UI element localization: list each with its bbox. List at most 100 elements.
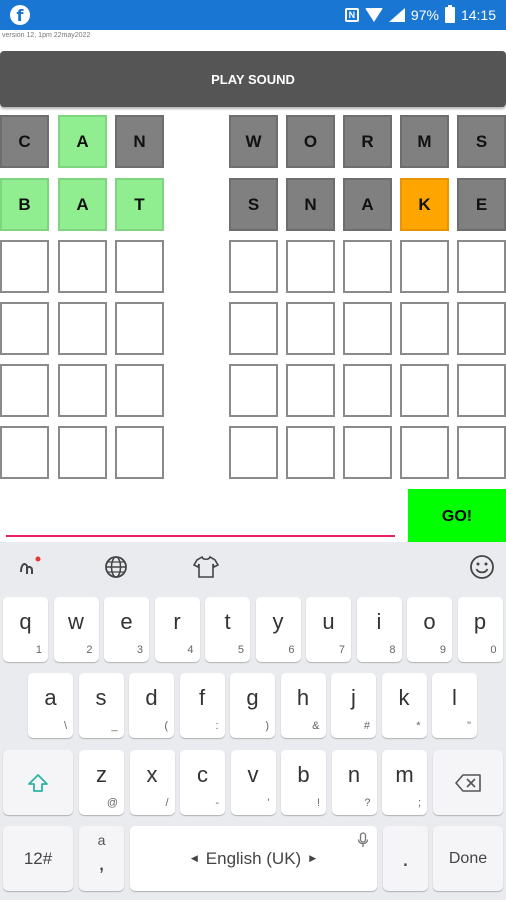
- key-label: e: [120, 609, 133, 634]
- key-hint: ": [467, 720, 471, 732]
- key-m[interactable]: m;: [382, 750, 427, 815]
- mic-icon: [357, 832, 369, 853]
- left-grid-cell: [0, 426, 49, 479]
- period-key[interactable]: .: [383, 826, 428, 891]
- key-hint: &: [312, 720, 320, 732]
- left-grid-cell: A: [58, 178, 107, 231]
- left-grid-cell: [0, 302, 49, 355]
- left-grid-cell: B: [0, 178, 49, 231]
- key-label: v: [247, 762, 259, 787]
- shift-key[interactable]: [3, 750, 73, 815]
- key-x[interactable]: x /: [129, 750, 175, 815]
- left-grid-cell: [0, 240, 49, 293]
- key-p[interactable]: p0: [457, 597, 503, 662]
- go-button[interactable]: GO!: [408, 489, 506, 544]
- done-key[interactable]: Done: [433, 826, 503, 891]
- globe-icon[interactable]: [98, 542, 134, 592]
- key-hint: 5: [237, 644, 244, 656]
- key-hint: ?: [364, 797, 371, 809]
- key-label: l: [452, 685, 457, 710]
- key-i[interactable]: i8: [356, 597, 402, 662]
- key-hint: 7: [338, 644, 345, 656]
- key-hint: #: [363, 720, 370, 732]
- key-label: o: [423, 609, 436, 634]
- key-h[interactable]: h &: [280, 673, 326, 738]
- right-grid-cell: [457, 426, 506, 479]
- right-grid-cell: E: [457, 178, 506, 231]
- word-input[interactable]: [6, 535, 395, 537]
- key-label: f: [198, 685, 206, 710]
- key-hint: @: [106, 797, 118, 809]
- key-hint: 6: [288, 644, 295, 656]
- key-label: u: [322, 609, 335, 634]
- key-l[interactable]: l ": [432, 673, 477, 738]
- space-content: ◀ English (UK) ▶: [130, 826, 377, 891]
- key-c[interactable]: c-: [180, 750, 225, 815]
- key-r[interactable]: r4: [154, 597, 200, 662]
- key-e[interactable]: e3: [104, 597, 149, 662]
- key-label: g: [246, 685, 259, 710]
- key-n[interactable]: n?: [331, 750, 377, 815]
- comma-label: ,: [98, 850, 105, 875]
- right-grid-cell: [229, 302, 278, 355]
- right-grid-cell: [457, 302, 506, 355]
- key-f[interactable]: f:: [179, 673, 225, 738]
- key-label: h: [296, 685, 310, 710]
- battery-percent: 97%: [410, 7, 439, 23]
- key-b[interactable]: b!: [281, 750, 326, 815]
- signal-icon: [388, 8, 405, 22]
- key-label: c: [197, 762, 208, 787]
- key-hint: ': [267, 797, 270, 809]
- play-sound-button[interactable]: PLAY SOUND: [0, 51, 506, 107]
- right-grid-cell: [286, 302, 335, 355]
- key-y[interactable]: y6: [255, 597, 301, 662]
- key-w[interactable]: w2: [53, 597, 99, 662]
- right-grid-cell: K: [400, 178, 449, 231]
- left-grid-cell: [115, 240, 164, 293]
- screen: f N 97% 14:15 version 12, 1pm 22may2022 …: [0, 0, 506, 900]
- right-grid-cell: M: [400, 115, 449, 168]
- right-grid-cell: [286, 426, 335, 479]
- emoji-icon[interactable]: [464, 542, 500, 592]
- space-key[interactable]: ◀ English (UK) ▶: [130, 826, 377, 891]
- touch-input-icon[interactable]: [8, 542, 48, 592]
- key-o[interactable]: o9: [407, 597, 452, 662]
- left-grid-cell: [115, 302, 164, 355]
- right-grid-cell: [343, 240, 392, 293]
- key-label: z: [96, 762, 107, 787]
- done-label: Done: [448, 849, 488, 867]
- key-label: k: [398, 685, 410, 710]
- key-q[interactable]: q1: [3, 597, 48, 662]
- right-grid-cell: A: [343, 178, 392, 231]
- status-bar: f N 97% 14:15: [0, 0, 506, 30]
- left-grid-cell: A: [58, 115, 107, 168]
- key-t[interactable]: t5: [205, 597, 250, 662]
- key-a[interactable]: a \: [28, 673, 73, 738]
- right-grid-cell: S: [457, 115, 506, 168]
- right-grid-cell: [286, 364, 335, 417]
- right-grid-cell: [286, 240, 335, 293]
- symbols-key[interactable]: 12#: [3, 826, 73, 891]
- left-grid-cell: [115, 364, 164, 417]
- theme-shirt-icon[interactable]: [188, 542, 224, 592]
- key-hint: (: [164, 720, 168, 732]
- key-v[interactable]: v ': [230, 750, 276, 815]
- right-grid-cell: [343, 302, 392, 355]
- right-grid-cell: [343, 364, 392, 417]
- key-z[interactable]: z @: [79, 750, 124, 815]
- key-g[interactable]: g): [230, 673, 275, 738]
- key-j[interactable]: j #: [331, 673, 376, 738]
- key-d[interactable]: d(: [129, 673, 174, 738]
- key-k[interactable]: k *: [381, 673, 427, 738]
- key-label: y: [272, 609, 284, 634]
- left-grid-cell: [58, 302, 107, 355]
- backspace-key[interactable]: [433, 750, 503, 815]
- key-hint: ): [265, 720, 269, 732]
- right-grid-cell: [457, 240, 506, 293]
- comma-key[interactable]: a,: [79, 826, 124, 891]
- clock: 14:15: [460, 7, 496, 23]
- key-u[interactable]: u7: [306, 597, 351, 662]
- key-label: i: [376, 609, 382, 634]
- shift-icon: [3, 750, 73, 815]
- key-s[interactable]: s _: [78, 673, 124, 738]
